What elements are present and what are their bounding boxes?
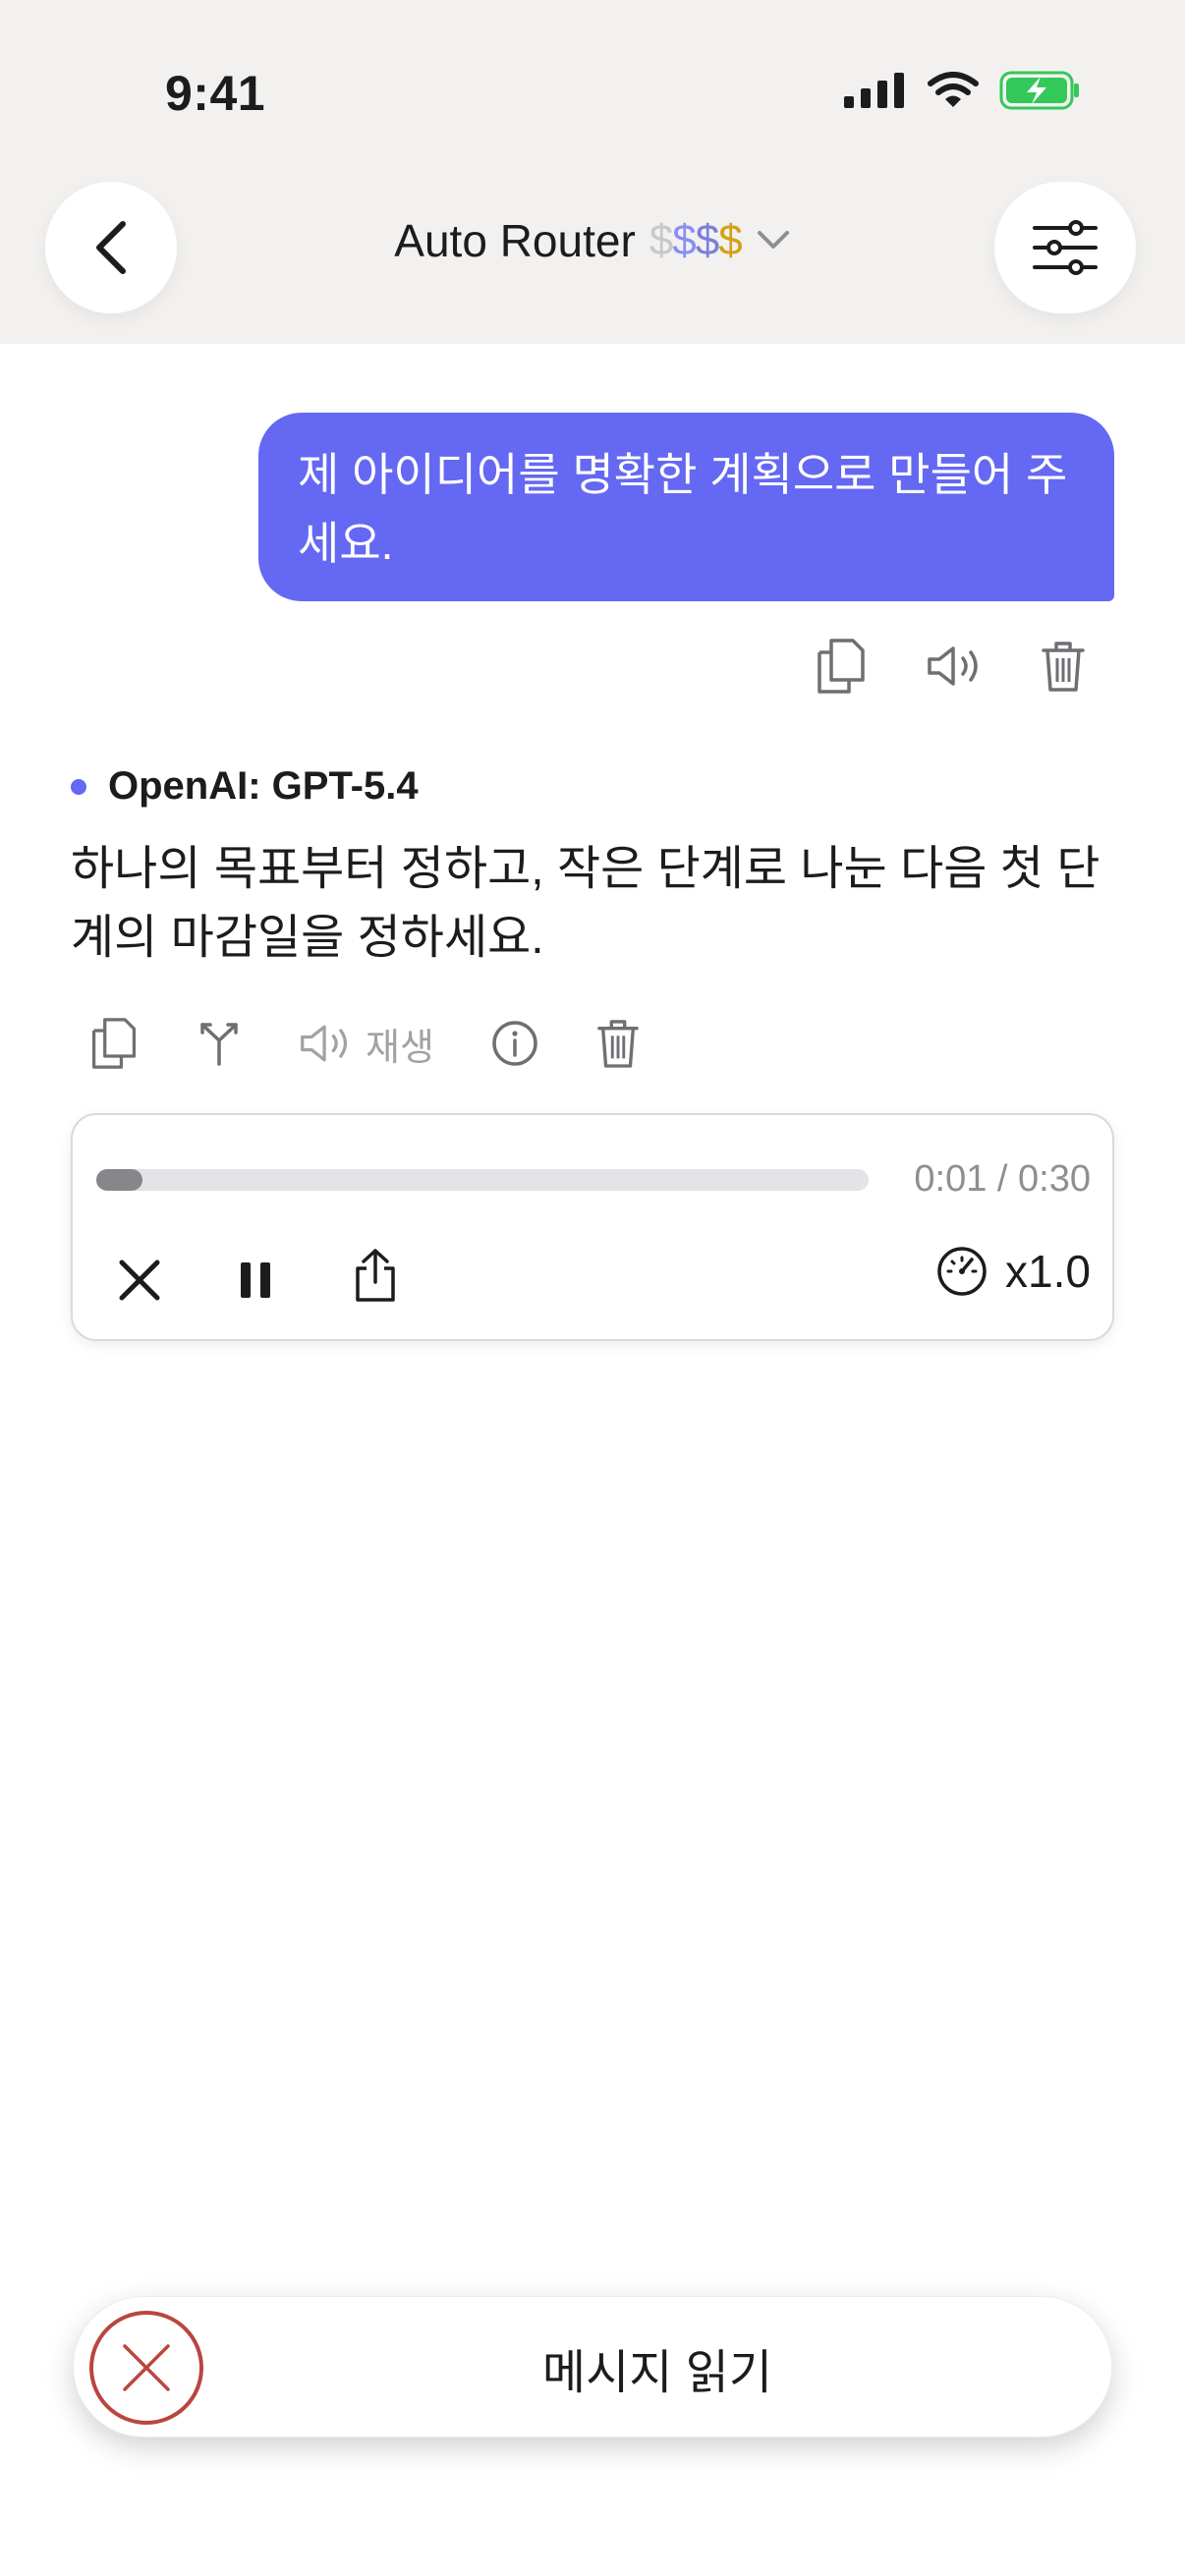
play-audio-button[interactable]: 재생: [299, 1017, 434, 1071]
read-message-label: 메시지 읽기: [541, 2347, 773, 2399]
speedometer-icon: [937, 1247, 987, 1296]
close-icon: [123, 2344, 170, 2391]
wifi-icon: [927, 72, 980, 114]
share-icon: [356, 1249, 395, 1302]
progress-fill: [96, 1169, 143, 1191]
sliders-icon: [1033, 220, 1098, 275]
pause-button[interactable]: [228, 1253, 283, 1308]
chevron-down-icon: [757, 231, 789, 249]
read-message-bar[interactable]: 메시지 읽기: [73, 2296, 1112, 2437]
speaker-icon[interactable]: [926, 644, 983, 688]
price-symbol-2: $: [672, 216, 697, 264]
trash-icon[interactable]: [1040, 639, 1087, 694]
playback-speed: x1.0: [1005, 1246, 1091, 1297]
price-indicator: $ $ $ $: [649, 216, 743, 265]
close-player-button[interactable]: [112, 1253, 167, 1308]
user-message-bubble: 제 아이디어를 명확한 계획으로 만들어 주세요.: [258, 413, 1114, 601]
price-symbol-1: $: [649, 216, 674, 264]
copy-icon[interactable]: [88, 1014, 140, 1073]
copy-icon[interactable]: [814, 637, 869, 696]
model-name: OpenAI: GPT-5.4: [108, 764, 419, 808]
playback-time: 0:01 / 0:30: [914, 1158, 1091, 1200]
model-dot: [71, 778, 86, 795]
play-label: 재생: [366, 1027, 434, 1069]
user-message-actions: [814, 637, 1087, 696]
speaker-icon: [301, 1025, 348, 1062]
top-bar: 9:41 Auto Router $ $ $ $: [0, 0, 1185, 344]
status-time: 9:41: [165, 66, 266, 121]
branch-icon[interactable]: [197, 1019, 242, 1068]
close-icon: [119, 1260, 160, 1301]
settings-button[interactable]: [994, 182, 1136, 313]
progress-track[interactable]: [96, 1169, 869, 1191]
playback-speed-button[interactable]: x1.0: [936, 1245, 1091, 1298]
status-icons: [844, 71, 1082, 115]
assistant-model-label: OpenAI: GPT-5.4: [71, 764, 419, 809]
user-message-text: 제 아이디어를 명확한 계획으로 만들어 주세요.: [298, 449, 1068, 569]
trash-icon[interactable]: [595, 1016, 641, 1071]
assistant-message-text: 하나의 목표부터 정하고, 작은 단계로 나눈 다음 첫 단계의 마감일을 정하…: [71, 843, 1100, 964]
signal-icon: [844, 73, 907, 113]
audio-player: 0:01 / 0:30 x1.0: [71, 1113, 1114, 1341]
assistant-message-actions: 재생: [88, 1014, 641, 1073]
share-button[interactable]: [346, 1243, 405, 1308]
page-title: Auto Router: [394, 215, 636, 266]
pause-icon: [241, 1262, 270, 1298]
info-icon[interactable]: [491, 1020, 538, 1067]
price-symbol-3: $: [695, 216, 720, 264]
battery-charging-icon: [999, 71, 1082, 115]
price-symbol-4: $: [718, 216, 743, 264]
stop-reading-button[interactable]: [89, 2311, 203, 2425]
